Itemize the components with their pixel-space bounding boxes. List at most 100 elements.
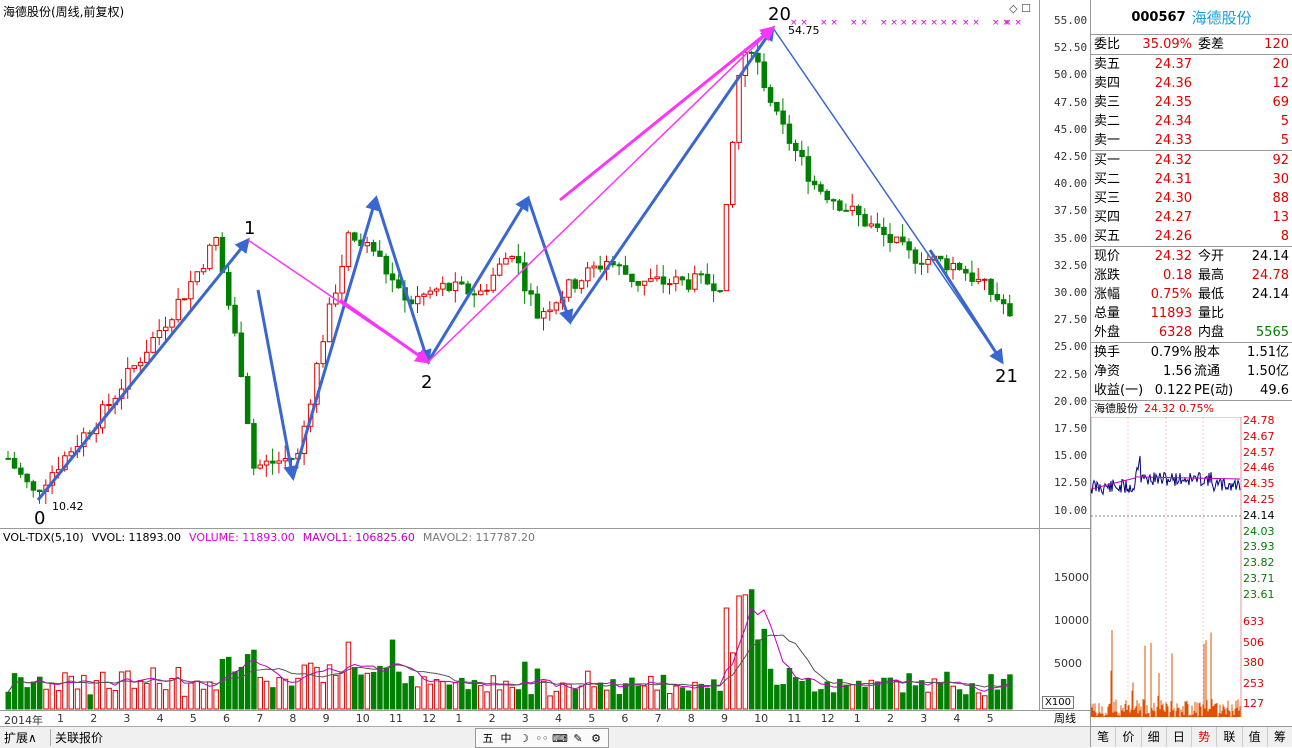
volume-bar	[263, 680, 270, 710]
candle-body	[1007, 303, 1013, 317]
punctuation-icon[interactable]: ◦◦	[533, 732, 551, 745]
candle	[874, 212, 881, 233]
row-price: 24.34	[1154, 114, 1192, 129]
expand-tab[interactable]: 扩展∧	[4, 729, 37, 746]
candle	[805, 146, 812, 195]
mini-price-tick: 23.71	[1243, 572, 1275, 585]
ask-row: 卖五 24.37 20	[1091, 55, 1292, 74]
volume-bar	[24, 687, 30, 710]
candle-body	[144, 351, 150, 363]
right-tab[interactable]: 筹	[1268, 727, 1292, 747]
volume-bar	[919, 680, 925, 710]
fund-label: PE(动)	[1194, 383, 1234, 398]
candle	[30, 479, 37, 498]
row-label: 卖三	[1094, 95, 1121, 110]
linked-quote-tab[interactable]: 关联报价	[50, 729, 103, 746]
mini-price-tick: 24.67	[1243, 429, 1275, 443]
candle-body	[37, 489, 43, 493]
price-axis: 55.00 52.50 50.00 47.50 45.00 42.50 40.00 37.50…	[1040, 0, 1090, 528]
candle	[982, 278, 988, 291]
language-icon[interactable]: 中	[497, 730, 515, 746]
stat-row: 涨幅 0.75% 最低 24.14	[1091, 285, 1292, 304]
volume-bar	[194, 680, 200, 710]
settings-icon[interactable]: ⚙	[587, 732, 605, 745]
intraday-mini-chart[interactable]: 24.78 24.67 24.57 24.46 24.35 24.25 24.14 24.03…	[1091, 414, 1292, 717]
keyboard-icon[interactable]: ⌨	[551, 732, 569, 745]
volume-tick: 5000	[1054, 657, 1082, 670]
bid-row: 买三 24.30 88	[1091, 189, 1292, 208]
candle	[704, 263, 711, 286]
price-tick: 17.50	[1054, 422, 1088, 435]
layout-icon[interactable]: 五	[479, 730, 497, 746]
candle	[578, 279, 585, 294]
volume-bar	[402, 683, 408, 710]
stock-code: 000567	[1131, 9, 1186, 25]
row-volume: 5	[1280, 133, 1289, 148]
candle	[181, 298, 188, 301]
candle	[24, 473, 30, 489]
volume-bar	[641, 685, 648, 710]
kline-chart[interactable]: 海德股份(周线,前复权) ◇ ☐ × × × × × × × × × × × × × × × …	[0, 0, 1040, 528]
row-price: 24.33	[1154, 133, 1192, 148]
candle	[433, 287, 440, 297]
row-label: 买四	[1094, 210, 1121, 225]
right-tab[interactable]: 势	[1192, 727, 1218, 747]
row-volume: 20	[1272, 57, 1289, 72]
volume-bar	[660, 674, 667, 710]
candle	[263, 454, 270, 477]
candle-body	[774, 101, 780, 112]
candle	[207, 243, 213, 271]
period-label[interactable]: 周线	[1040, 710, 1090, 727]
right-tab[interactable]: 联	[1217, 727, 1243, 747]
volume-bar	[484, 691, 490, 710]
right-tab[interactable]: 值	[1243, 727, 1268, 747]
candle	[144, 339, 150, 363]
month-tick: 9	[721, 712, 728, 725]
candle	[188, 270, 194, 310]
price-tick: 40.00	[1054, 177, 1088, 191]
stat-value: 5565	[1255, 325, 1289, 340]
volume-bar	[635, 685, 641, 710]
right-tab[interactable]: 笔	[1091, 727, 1117, 747]
candle-body	[156, 330, 163, 339]
pen-icon[interactable]: ✎	[569, 732, 587, 745]
candle	[415, 286, 421, 313]
candle	[11, 451, 18, 470]
right-tab[interactable]: 细	[1142, 727, 1167, 747]
candle-body	[830, 199, 837, 202]
wave-label-20: 20	[768, 4, 791, 25]
volume-bar	[685, 690, 692, 710]
month-tick: 1	[57, 712, 64, 725]
volume-bar	[352, 667, 358, 710]
low-price-label: 10.42	[52, 500, 84, 513]
candle-body	[711, 283, 717, 292]
candle-body	[667, 283, 673, 286]
row-price: 24.32	[1154, 153, 1192, 168]
candle-body	[169, 319, 175, 328]
candle-body	[364, 242, 371, 247]
moon-icon[interactable]: ☽	[515, 732, 533, 745]
candle	[711, 274, 717, 302]
candle	[862, 208, 868, 227]
stock-name[interactable]: 海德股份	[1192, 7, 1252, 28]
right-tab[interactable]: 价	[1116, 727, 1142, 747]
volume-bar	[408, 676, 415, 710]
candle-body	[219, 237, 226, 273]
candle-body	[641, 280, 648, 286]
candle-body	[572, 279, 578, 289]
volume-bar	[509, 686, 515, 710]
volume-chart[interactable]: VOL-TDX(5,10) VVOL: 11893.00 VOLUME: 11893…	[0, 528, 1040, 710]
candle	[692, 265, 698, 293]
row-label: 买三	[1094, 191, 1121, 206]
right-tab[interactable]: 日	[1167, 727, 1192, 747]
month-tick: 3	[123, 712, 131, 725]
volume-bar	[673, 685, 679, 710]
volume-svg	[5, 589, 1013, 710]
stat-label: 今开	[1198, 249, 1225, 264]
ask-row: 卖四 24.36 12	[1091, 74, 1292, 93]
volume-bar	[465, 689, 471, 710]
candle-body	[503, 257, 509, 265]
candle-body	[767, 87, 774, 103]
candle-body	[799, 149, 805, 158]
candle-body	[585, 267, 591, 282]
